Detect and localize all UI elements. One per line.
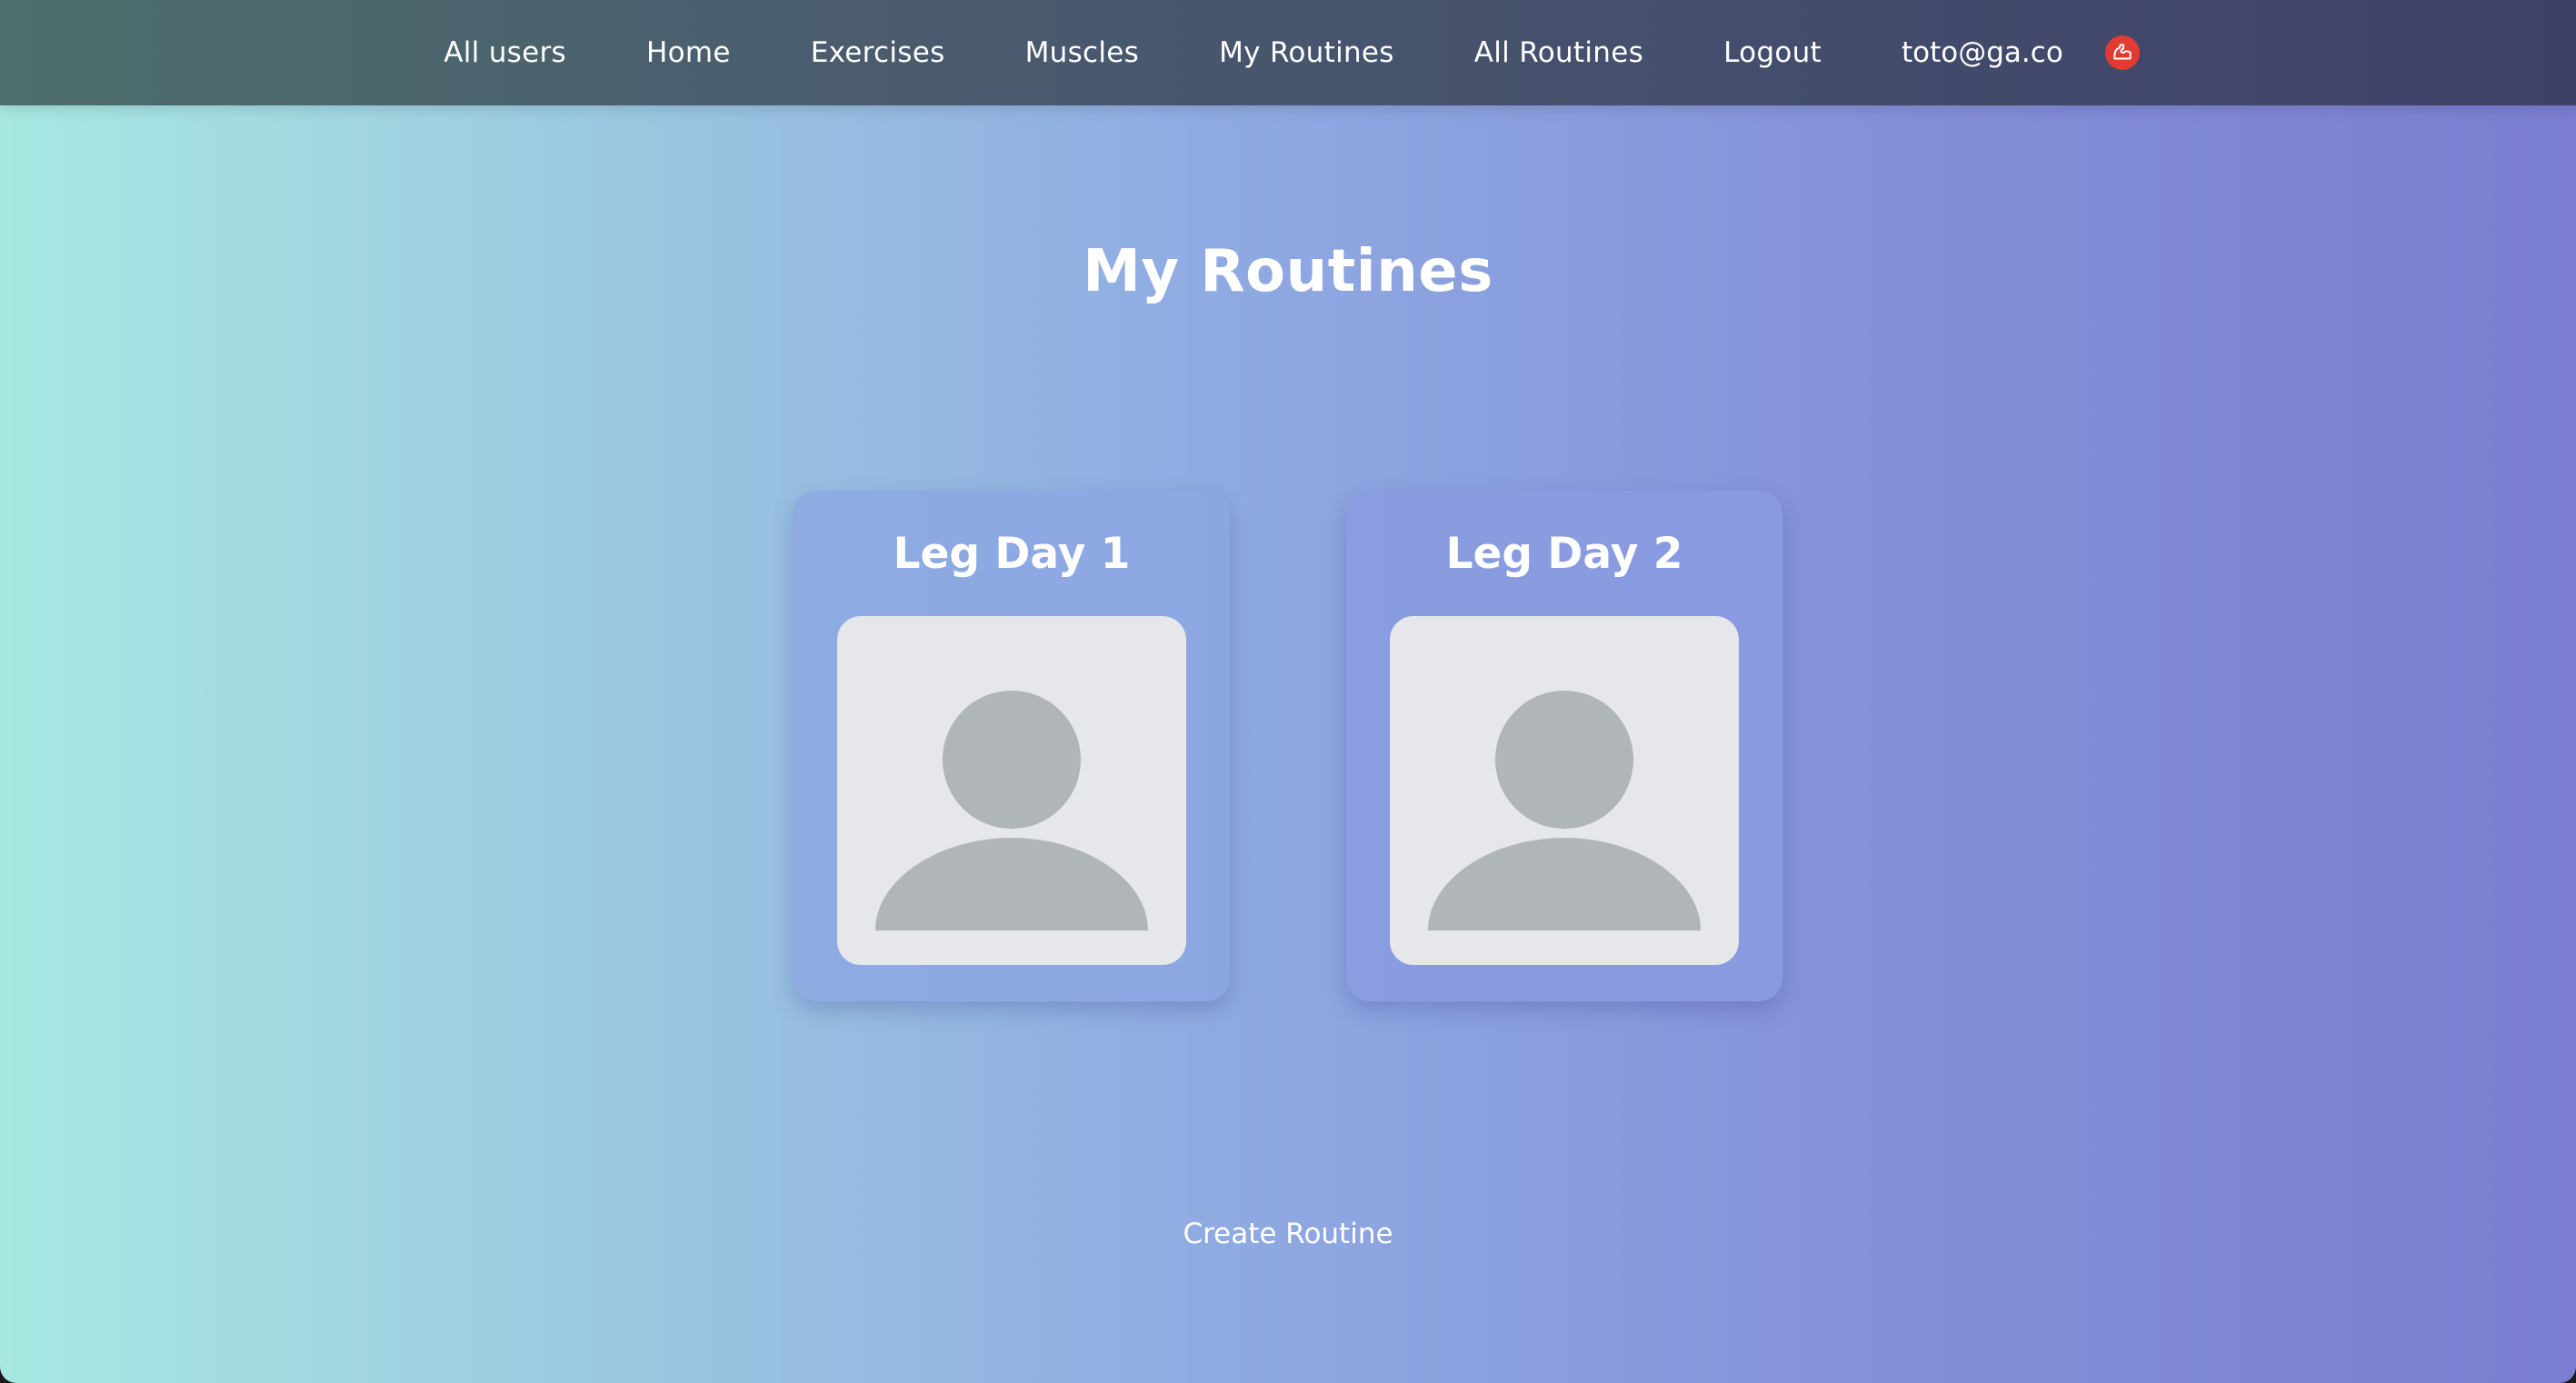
routine-card-title: Leg Day 2 — [1445, 529, 1683, 579]
nav-link-muscles[interactable]: Muscles — [1025, 36, 1140, 69]
nav-link-all-routines[interactable]: All Routines — [1474, 36, 1643, 69]
navbar-links: All users Home Exercises Muscles My Rout… — [0, 0, 2576, 105]
user-placeholder-glyph — [1428, 691, 1701, 930]
user-placeholder-icon — [1390, 616, 1739, 965]
user-email: toto@ga.co — [1902, 36, 2063, 69]
user-placeholder-icon — [837, 616, 1186, 965]
user-placeholder-glyph — [875, 691, 1148, 930]
bicep-icon-glyph — [2113, 44, 2132, 60]
routine-card[interactable]: Leg Day 2 — [1346, 491, 1782, 1001]
create-routine-link[interactable]: Create Routine — [1183, 1218, 1393, 1250]
routine-card-list: Leg Day 1 Leg Day 2 — [0, 491, 2576, 1001]
nav-link-my-routines[interactable]: My Routines — [1219, 36, 1394, 69]
page-title: My Routines — [1083, 238, 1493, 305]
nav-link-all-users[interactable]: All users — [444, 36, 566, 69]
routine-card[interactable]: Leg Day 1 — [794, 491, 1230, 1001]
bicep-icon[interactable] — [2104, 35, 2140, 70]
create-routine-container: Create Routine — [0, 1218, 2576, 1250]
app-root: All users Home Exercises Muscles My Rout… — [0, 0, 2576, 1383]
routine-card-title: Leg Day 1 — [893, 529, 1131, 579]
nav-link-logout[interactable]: Logout — [1723, 36, 1822, 69]
nav-link-home[interactable]: Home — [646, 36, 731, 69]
top-navbar: All users Home Exercises Muscles My Rout… — [0, 0, 2576, 105]
nav-link-exercises[interactable]: Exercises — [811, 36, 945, 69]
